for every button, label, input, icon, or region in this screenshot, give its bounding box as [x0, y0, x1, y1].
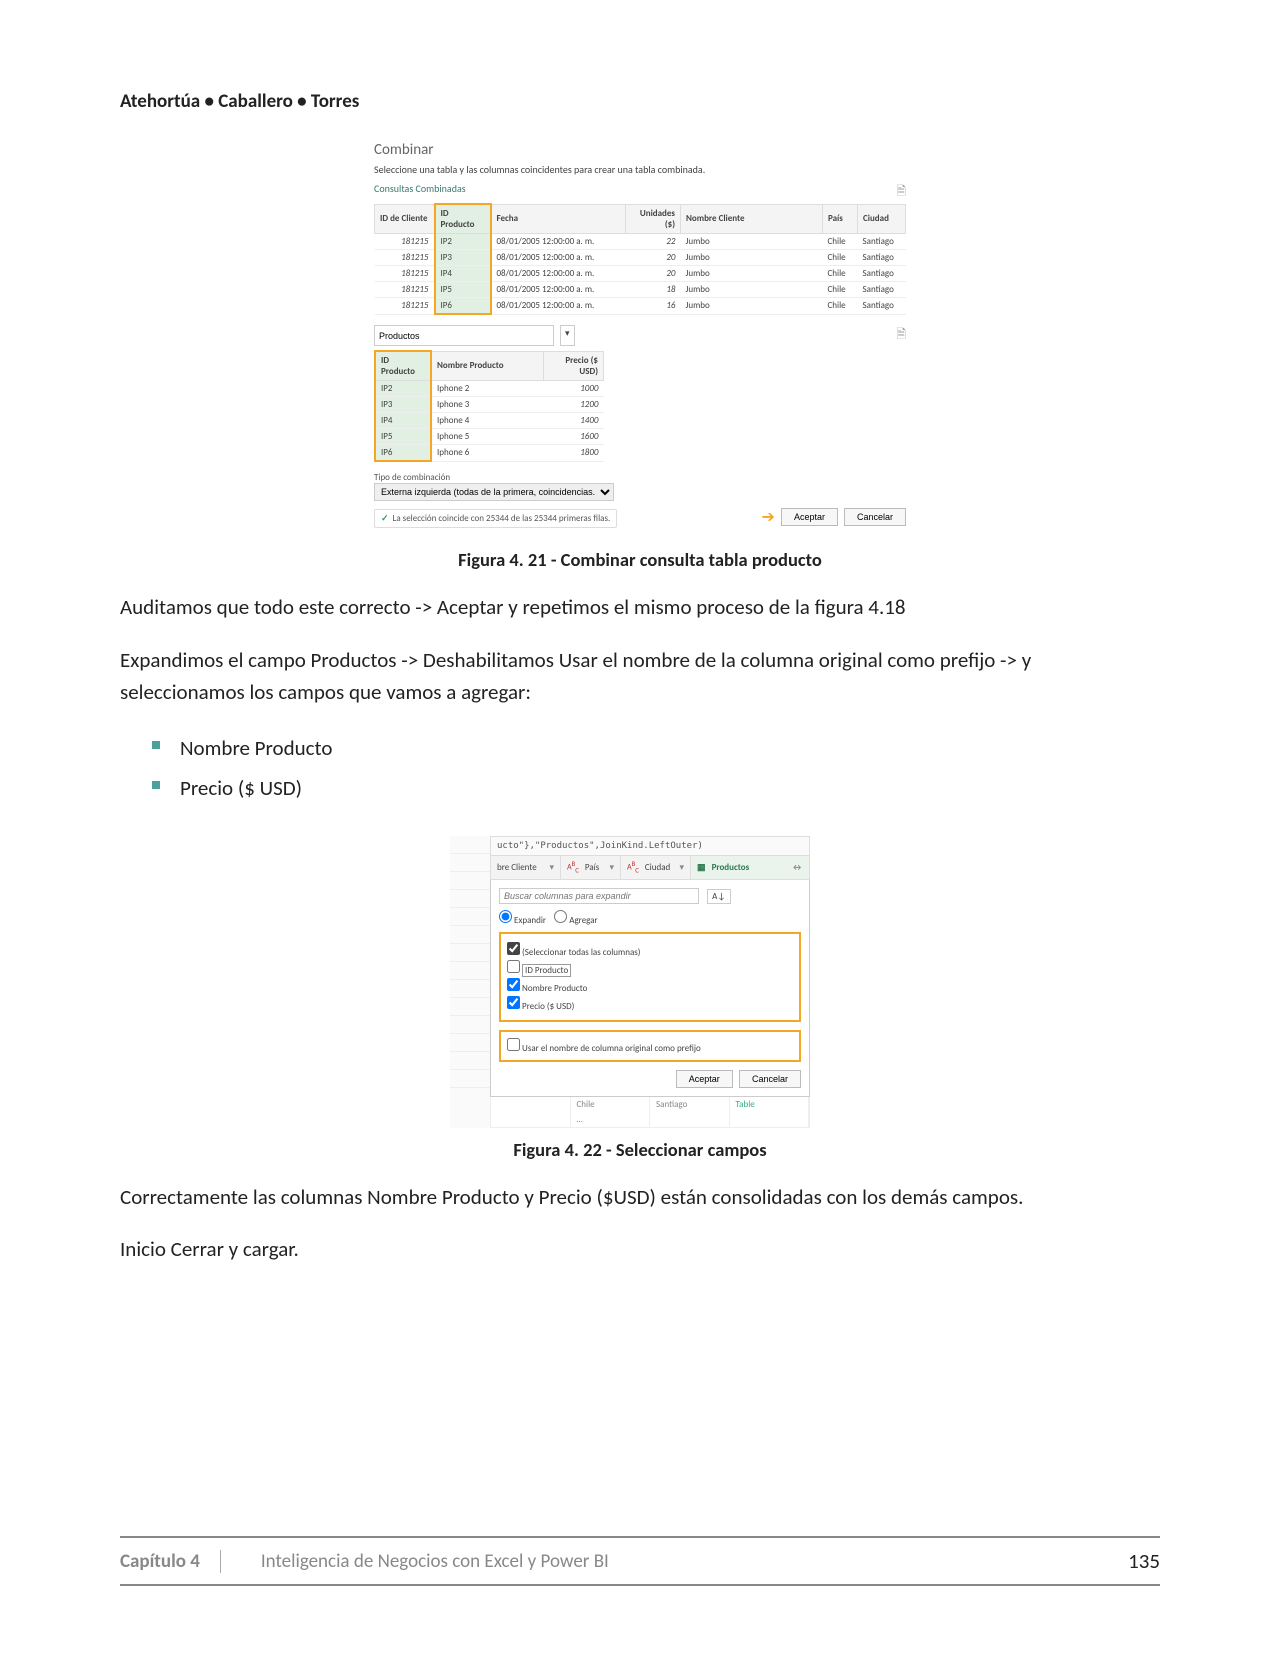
- accept-button-2[interactable]: Aceptar: [676, 1070, 733, 1088]
- doc-icon: 🗎: [896, 182, 906, 203]
- add-radio[interactable]: Agregar: [554, 915, 598, 926]
- table-row: 181215 IP4 08/01/2005 12:00:00 a. m. 20 …: [375, 266, 906, 282]
- chapter-label: Capítulo 4: [120, 1550, 221, 1573]
- productos-table: ID Producto Nombre Producto Precio ($ US…: [374, 350, 604, 462]
- cancel-button-2[interactable]: Cancelar: [739, 1070, 801, 1088]
- col-pais: País: [823, 204, 858, 234]
- paragraph-2: Expandimos el campo Productos -> Deshabi…: [120, 644, 1160, 709]
- page-footer: Capítulo 4 Inteligencia de Negocios con …: [120, 1536, 1160, 1586]
- row-gutter: [450, 836, 490, 1127]
- columns-checkbox-group: (Seleccionar todas las columnas) ID Prod…: [499, 932, 801, 1022]
- search-input[interactable]: [499, 888, 699, 904]
- figure-caption-21: Figura 4. 21 - Combinar consulta tabla p…: [120, 548, 1160, 571]
- productos-dropdown[interactable]: [374, 325, 554, 346]
- table-row: 181215 IP3 08/01/2005 12:00:00 a. m. 20 …: [375, 250, 906, 266]
- doc-icon: 🗎: [896, 325, 906, 346]
- paragraph-4: Inicio Cerrar y cargar.: [120, 1233, 1160, 1266]
- arrow-icon: ➔: [762, 507, 775, 527]
- book-title: Inteligencia de Negocios con Excel y Pow…: [221, 1550, 609, 1573]
- table-row: 181215 IP6 08/01/2005 12:00:00 a. m. 16 …: [375, 298, 906, 315]
- expand-dialog: ucto"},"Productos",JoinKind.LeftOuter) b…: [450, 836, 830, 1127]
- list-item: Nombre Producto: [180, 729, 1160, 769]
- chevron-down-icon[interactable]: ▾: [560, 325, 575, 346]
- precio-checkbox[interactable]: Precio ($ USD): [507, 996, 793, 1012]
- sort-icon[interactable]: A↓: [707, 889, 730, 904]
- prefix-checkbox[interactable]: Usar el nombre de columna original como …: [499, 1030, 801, 1062]
- col-id-cliente: ID de Cliente: [375, 204, 435, 234]
- match-status: ✓ La selección coincide con 25344 de las…: [374, 509, 617, 528]
- check-icon: ✓: [381, 513, 389, 524]
- list-item: Precio ($ USD): [180, 769, 1160, 809]
- table-header-row: ID de Cliente ID Producto Fecha Unidades…: [375, 204, 906, 234]
- id-producto-checkbox[interactable]: ID Producto: [507, 960, 793, 976]
- paragraph-3: Correctamente las columnas Nombre Produc…: [120, 1181, 1160, 1214]
- col-nombre-producto: Nombre Producto: [431, 351, 544, 381]
- dialog-title: Combinar: [374, 141, 906, 159]
- col-id-producto-2: ID Producto: [375, 351, 431, 381]
- col-nombre-cliente: Nombre Cliente: [681, 204, 823, 234]
- nombre-producto-checkbox[interactable]: Nombre Producto: [507, 978, 793, 994]
- header-authors: Atehortúa • Caballero • Torres: [120, 90, 1160, 113]
- col-ciudad: Ciudad: [858, 204, 906, 234]
- table-row: 181215 IP2 08/01/2005 12:00:00 a. m. 22 …: [375, 234, 906, 250]
- merged-queries-table: ID de Cliente ID Producto Fecha Unidades…: [374, 203, 906, 315]
- combine-dialog: Combinar Seleccione una tabla y las colu…: [360, 133, 920, 538]
- section-label-1: Consultas Combinadas: [374, 182, 906, 195]
- paragraph-1: Auditamos que todo este correcto -> Acep…: [120, 591, 1160, 624]
- col-id-producto: ID Producto: [435, 204, 491, 234]
- field-list: Nombre Producto Precio ($ USD): [120, 729, 1160, 809]
- page-number: 135: [1128, 1548, 1160, 1574]
- figure-caption-22: Figura 4. 22 - Seleccionar campos: [120, 1138, 1160, 1161]
- expand-radio[interactable]: Expandir: [499, 915, 546, 926]
- accept-button[interactable]: Aceptar: [781, 508, 838, 526]
- tipo-label: Tipo de combinación: [374, 472, 906, 483]
- cancel-button[interactable]: Cancelar: [844, 508, 906, 526]
- col-unidades: Unidades ($): [626, 204, 681, 234]
- col-precio: Precio ($ USD): [544, 351, 604, 381]
- table-icon: ▦: [697, 862, 706, 873]
- formula-bar: ucto"},"Productos",JoinKind.LeftOuter): [490, 836, 810, 856]
- column-header-row: bre Cliente▾ ABC País▾ ABC Ciudad▾ ▦ Pro…: [490, 856, 810, 879]
- join-type-dropdown[interactable]: Externa izquierda (todas de la primera, …: [374, 483, 614, 501]
- table-row: 181215 IP5 08/01/2005 12:00:00 a. m. 18 …: [375, 282, 906, 298]
- col-fecha: Fecha: [491, 204, 626, 234]
- dialog-subtitle: Seleccione una tabla y las columnas coin…: [374, 163, 906, 176]
- background-rows: ChileSantiagoTable …: [490, 1097, 810, 1128]
- select-all-checkbox[interactable]: (Seleccionar todas las columnas): [507, 942, 793, 958]
